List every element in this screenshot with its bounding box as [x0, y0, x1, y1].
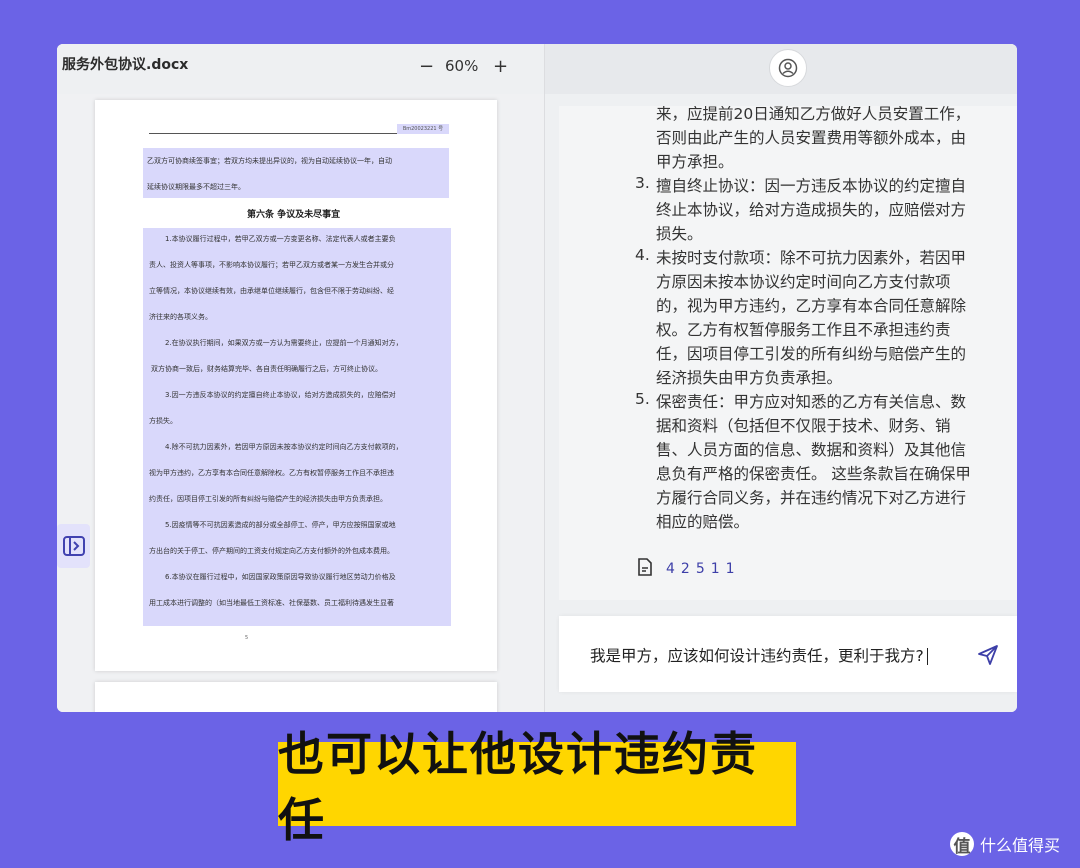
list-number: 3. [635, 174, 650, 192]
doc-heading: 第六条 争议及未尽事宜 [247, 210, 341, 220]
doc-line: 视为甲方违约，乙方享有本合同任意解除权。乙方有权暂停服务工作且不承担违 [149, 469, 394, 477]
answer-line: 未按时支付款项：除不可抗力因素外，若因甲 [656, 249, 967, 267]
answer-line: 相应的赔偿。 [656, 513, 750, 531]
doc-line: 1.本协议履行过程中，若甲乙双方或一方变更名称、法定代表人或者主要负 [165, 235, 396, 243]
watermark-logo: 值 [950, 832, 974, 857]
answer-line: 的，视为甲方违约，乙方享有本合同任意解除 [656, 297, 967, 315]
doc-line: 方出台的关于停工、停产期间的工资支付规定向乙方支付额外的外包成本费用。 [149, 547, 394, 555]
doc-line: 4.除不可抗力因素外，若因甲方原因未按本协议约定时间向乙方支付款项的， [165, 443, 403, 451]
answer-line: 甲方承担。 [656, 153, 734, 171]
doc-line: 乙双方可协商续签事宜；若双方均未提出异议的，视为自动延续协议一年，自动 [147, 157, 392, 165]
caption-banner: 也可以让他设计违约责任 [278, 727, 796, 847]
app-window: 服务外包协议.docx − 60% + Bm20023221 号 乙双方可协商续… [57, 44, 1017, 712]
document-citation-icon[interactable] [637, 558, 653, 580]
send-icon [978, 645, 998, 665]
user-icon [778, 58, 798, 78]
answer-line: 终止本协议，给对方造成损失的，应赔偿对方 [656, 201, 967, 219]
doc-line: 济往来的各项义务。 [149, 313, 212, 321]
doc-line: 5.因疫情等不可抗因素造成的部分或全部停工、停产，甲方应按照国家或地 [165, 521, 396, 529]
list-number: 4. [635, 246, 650, 264]
doc-line: 3.因一方违反本协议的约定擅自终止本协议，给对方造成损失的，应赔偿对 [165, 391, 396, 399]
document-pane: 服务外包协议.docx − 60% + Bm20023221 号 乙双方可协商续… [57, 44, 544, 712]
citation-links[interactable]: 42511 [666, 561, 741, 577]
answer-line: 任，因项目停工引发的所有纠纷与赔偿产生的 [656, 345, 967, 363]
chat-pane: 来，应提前20日通知乙方做好人员安置工作， 否则由此产生的人员安置费用等额外成本… [545, 44, 1017, 712]
sidebar-toggle-button[interactable] [57, 524, 90, 568]
answer-line: 方原因未按本协议约定时间向乙方支付款项 [656, 273, 951, 291]
doc-line: 延续协议期限最多不超过三年。 [147, 183, 245, 191]
document-code: Bm20023221 号 [397, 124, 449, 134]
answer-line: 来，应提前20日通知乙方做好人员安置工作， [656, 106, 971, 123]
chat-input-bar[interactable]: 我是甲方，应该如何设计违约责任，更利于我方? [559, 616, 1017, 692]
chat-header [545, 44, 1017, 94]
doc-line: 双方协商一致后，财务结算完毕、各自责任明确履行之后，方可终止协议。 [151, 365, 382, 373]
list-number: 5. [635, 390, 650, 408]
page-number: 5 [245, 635, 249, 641]
text-caret [926, 648, 928, 665]
send-button[interactable] [977, 644, 999, 670]
sidebar-expand-icon [62, 536, 85, 556]
answer-line: 息负有严格的保密责任。 这些条款旨在确保甲 [656, 465, 971, 483]
answer-line: 保密责任：甲方应对知悉的乙方有关信息、数 [656, 393, 967, 411]
chat-input-value: 我是甲方，应该如何设计违约责任，更利于我方? [590, 647, 924, 665]
answer-line: 据和资料（包括但不仅限于技术、财务、销 [656, 417, 951, 435]
chat-input[interactable]: 我是甲方，应该如何设计违约责任，更利于我方? [590, 644, 928, 666]
answer-line: 售、人员方面的信息、数据和资料）及其他信 [656, 441, 967, 459]
doc-line: 责人、投资人等事项，不影响本协议履行；若甲乙双方或者某一方发生合并或分 [149, 261, 394, 269]
watermark: 值 什么值得买 [950, 832, 1061, 857]
answer-line: 权。乙方有权暂停服务工作且不承担违约责 [656, 321, 951, 339]
doc-line: 用工成本进行调整的（如当地最低工资标准、社保基数、员工福利待遇发生显著 [149, 599, 394, 607]
answer-message: 来，应提前20日通知乙方做好人员安置工作， 否则由此产生的人员安置费用等额外成本… [559, 106, 1017, 600]
zoom-in-button[interactable]: + [493, 56, 508, 77]
watermark-text: 什么值得买 [980, 836, 1061, 855]
answer-line: 否则由此产生的人员安置费用等额外成本，由 [656, 129, 967, 147]
doc-line: 方损失。 [149, 417, 177, 425]
zoom-out-button[interactable]: − [419, 56, 434, 77]
doc-line: 2.在协议执行期间，如果双方或一方认为需要终止，应提前一个月通知对方， [165, 339, 403, 347]
user-avatar[interactable] [769, 49, 807, 87]
answer-line: 损失。 [656, 225, 703, 243]
document-toolbar: 服务外包协议.docx − 60% + [57, 44, 544, 94]
answer-line: 经济损失由甲方负责承担。 [656, 369, 843, 387]
doc-line: 6.本协议在履行过程中，如因国家政策原因导致协议履行地区劳动力价格及 [165, 573, 396, 581]
document-page: Bm20023221 号 乙双方可协商续签事宜；若双方均未提出异议的，视为自动延… [95, 100, 497, 671]
document-page-next [95, 682, 497, 712]
document-title: 服务外包协议.docx [62, 57, 189, 73]
zoom-level: 60% [445, 57, 479, 75]
doc-line: 立等情况，本协议继续有效，由承继单位继续履行，包含但不限于劳动纠纷、经 [149, 287, 394, 295]
answer-line: 方履行合同义务，并在违约情况下对乙方进行 [656, 489, 967, 507]
doc-line: 约责任，因项目停工引发的所有纠纷与赔偿产生的经济损失由甲方负责承担。 [149, 495, 387, 503]
answer-line: 擅自终止协议：因一方违反本协议的约定擅自 [656, 177, 967, 195]
